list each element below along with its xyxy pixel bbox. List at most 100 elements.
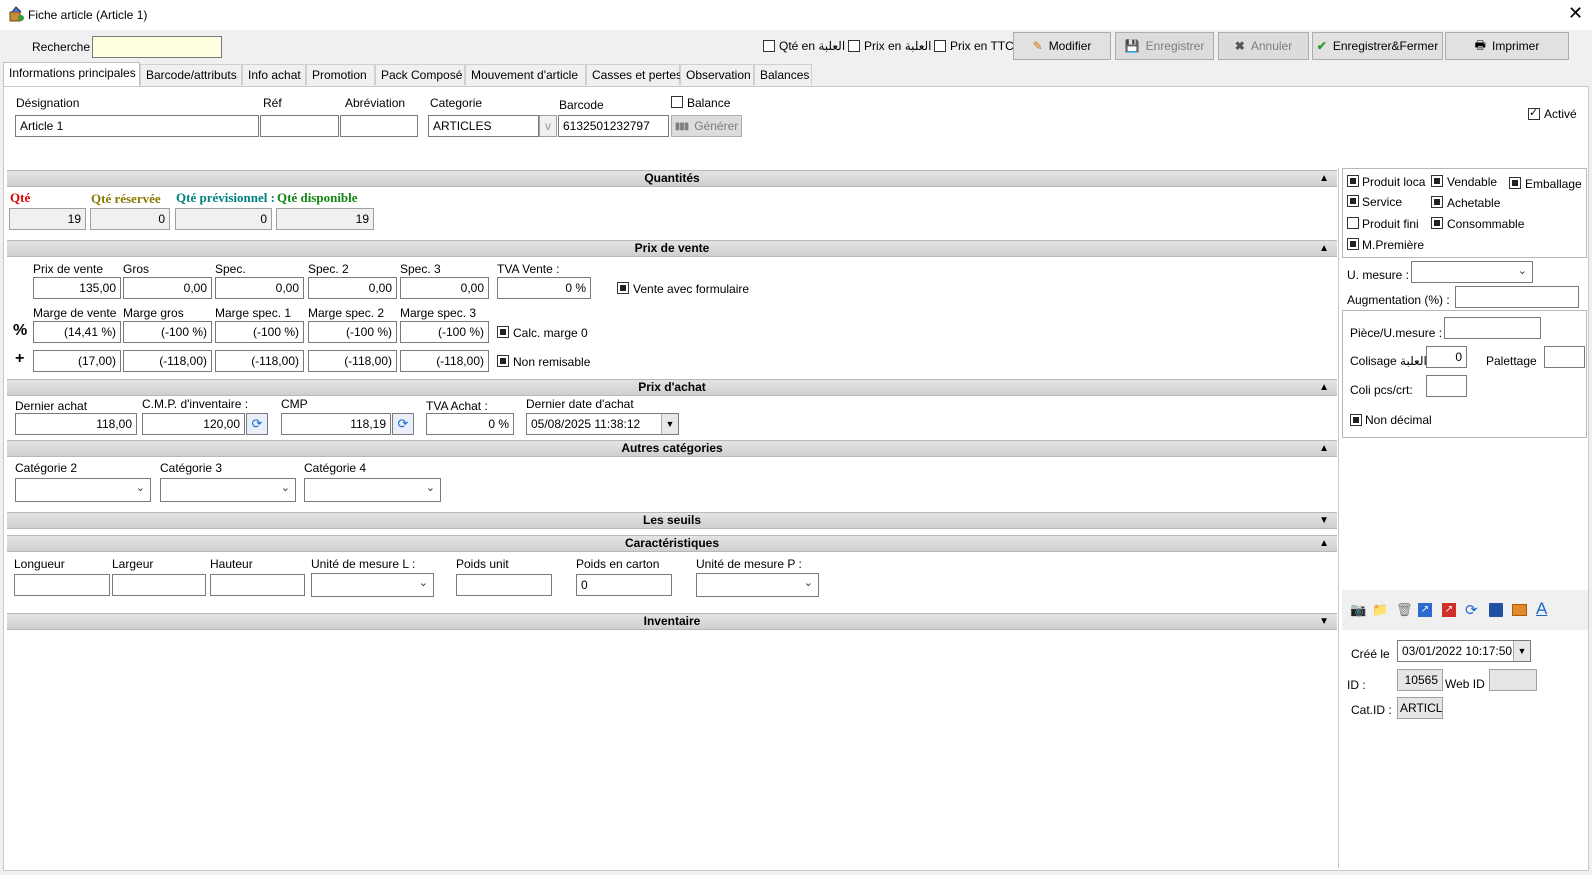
tab-casses-pertes[interactable]: Casses et pertes <box>586 64 682 85</box>
marge-spec1-pct[interactable]: (-100 %) <box>215 321 304 343</box>
save-icon[interactable] <box>1489 603 1503 617</box>
service-checkbox[interactable] <box>1347 195 1359 207</box>
cree-date-input[interactable]: 03/01/2022 10:17:50 <box>1397 640 1531 662</box>
marge-spec1-val[interactable]: (-118,00) <box>215 350 304 372</box>
palettage-input[interactable] <box>1544 346 1585 368</box>
active-checkbox[interactable] <box>1528 106 1540 120</box>
calc-marge-checkbox[interactable] <box>497 326 509 338</box>
open-external-icon[interactable]: ↗ <box>1418 603 1432 617</box>
date-dropdown-icon[interactable]: ▼ <box>661 414 678 434</box>
dernier-date-input[interactable]: 05/08/2025 11:38:12 <box>526 413 679 435</box>
marge-gros-val[interactable]: (-118,00) <box>123 350 212 372</box>
categorie-select-button[interactable]: v <box>539 115 557 137</box>
collapse-up-icon[interactable]: ▲ <box>1319 536 1329 551</box>
font-color-icon[interactable]: A <box>1536 599 1547 619</box>
qte-ttc-checkbox[interactable] <box>763 40 775 52</box>
image-icon[interactable] <box>1512 604 1527 616</box>
spec3-input[interactable]: 0,00 <box>400 277 489 299</box>
tab-barcode-attributs[interactable]: Barcode/attributs <box>140 64 242 85</box>
cmp-inventaire-input[interactable]: 120,00 <box>142 413 245 435</box>
unite-p-select[interactable]: ⌄ <box>696 573 819 597</box>
achetable-checkbox[interactable] <box>1431 196 1443 208</box>
produit-local-checkbox[interactable] <box>1347 175 1359 187</box>
imprimer-button[interactable]: 🖶 Imprimer <box>1445 32 1569 60</box>
emballage-checkbox[interactable] <box>1509 177 1521 189</box>
tab-pack-compose[interactable]: Pack Composé <box>375 64 465 85</box>
categorie2-select[interactable]: ⌄ <box>15 478 151 502</box>
trash-icon[interactable]: 🗑 <box>1396 602 1413 618</box>
section-seuils[interactable]: Les seuils ▼ <box>7 512 1337 529</box>
annuler-button[interactable]: ✖ Annuler <box>1218 32 1309 60</box>
prix-en-ttc-checkbox[interactable] <box>934 40 946 52</box>
spec-input[interactable]: 0,00 <box>215 277 304 299</box>
poids-carton-input[interactable]: 0 <box>576 574 672 596</box>
date-dropdown-icon[interactable]: ▼ <box>1513 641 1530 661</box>
section-prix-achat[interactable]: Prix d'achat ▲ <box>7 379 1337 396</box>
non-decimal-checkbox[interactable] <box>1350 414 1362 426</box>
tab-observation[interactable]: Observation <box>680 64 754 85</box>
categorie4-select[interactable]: ⌄ <box>304 478 441 502</box>
marge-spec2-pct[interactable]: (-100 %) <box>308 321 397 343</box>
u-mesure-select[interactable]: ⌄ <box>1411 261 1533 283</box>
section-quantites[interactable]: Quantités ▲ <box>7 170 1337 187</box>
collapse-up-icon[interactable]: ▲ <box>1319 441 1329 456</box>
categorie3-select[interactable]: ⌄ <box>160 478 296 502</box>
consommable-checkbox[interactable] <box>1431 217 1443 229</box>
refresh-icon[interactable]: ⟳ <box>1465 601 1478 619</box>
export-icon[interactable]: ↗ <box>1442 603 1456 617</box>
marge-gros-pct[interactable]: (-100 %) <box>123 321 212 343</box>
section-inventaire[interactable]: Inventaire ▼ <box>7 613 1337 630</box>
refresh-icon[interactable]: ⟳ <box>392 413 414 435</box>
section-prix-vente[interactable]: Prix de vente ▲ <box>7 240 1337 257</box>
expand-down-icon[interactable]: ▼ <box>1319 614 1329 629</box>
marge-vente-val[interactable]: (17,00) <box>33 350 121 372</box>
longueur-input[interactable] <box>14 574 110 596</box>
marge-spec3-val[interactable]: (-118,00) <box>400 350 489 372</box>
marge-spec3-pct[interactable]: (-100 %) <box>400 321 489 343</box>
folder-icon[interactable]: 📁 <box>1372 602 1388 618</box>
marge-vente-pct[interactable]: (14,41 %) <box>33 321 121 343</box>
largeur-input[interactable] <box>112 574 206 596</box>
designation-input[interactable]: Article 1 <box>15 115 259 137</box>
section-autres-categories[interactable]: Autres catégories ▲ <box>7 440 1337 457</box>
collapse-up-icon[interactable]: ▲ <box>1319 241 1329 256</box>
refresh-icon[interactable]: ⟳ <box>246 413 268 435</box>
tab-mouvement-article[interactable]: Mouvement d'article <box>465 64 586 85</box>
tab-promotion[interactable]: Promotion <box>306 64 375 85</box>
tab-balances[interactable]: Balances <box>754 64 812 85</box>
modifier-button[interactable]: ✎ Modifier <box>1013 32 1111 60</box>
prix-vente-input[interactable]: 135,00 <box>33 277 121 299</box>
barcode-input[interactable]: 6132501232797 <box>558 115 669 137</box>
enregistrer-fermer-button[interactable]: ✔ Enregistrer&Fermer <box>1312 32 1443 60</box>
abreviation-input[interactable] <box>340 115 418 137</box>
ref-input[interactable] <box>260 115 339 137</box>
search-input[interactable] <box>92 36 222 58</box>
piece-u-input[interactable] <box>1444 317 1541 339</box>
generer-button[interactable]: ▮▮▮ Générer <box>671 115 742 137</box>
vente-formulaire-checkbox[interactable] <box>617 282 629 294</box>
close-icon[interactable]: ✕ <box>1568 4 1583 22</box>
categorie-input[interactable]: ARTICLES <box>428 115 539 137</box>
balance-checkbox[interactable] <box>671 96 683 108</box>
produit-fini-checkbox[interactable] <box>1347 217 1359 229</box>
enregistrer-button[interactable]: 💾 Enregistrer <box>1115 32 1214 60</box>
hauteur-input[interactable] <box>210 574 305 596</box>
prix-ttc-checkbox[interactable] <box>848 40 860 52</box>
tva-achat-input[interactable]: 0 % <box>426 413 514 435</box>
dernier-achat-input[interactable]: 118,00 <box>15 413 137 435</box>
augmentation-input[interactable] <box>1455 286 1579 308</box>
collapse-up-icon[interactable]: ▲ <box>1319 380 1329 395</box>
spec2-input[interactable]: 0,00 <box>308 277 397 299</box>
collapse-up-icon[interactable]: ▲ <box>1319 171 1329 186</box>
non-remisable-checkbox[interactable] <box>497 355 509 367</box>
colisage-input[interactable]: 0 <box>1426 346 1467 368</box>
m-premiere-checkbox[interactable] <box>1347 238 1359 250</box>
tab-informations-principales[interactable]: Informations principales <box>3 62 140 86</box>
vendable-checkbox[interactable] <box>1431 175 1443 187</box>
section-caracteristiques[interactable]: Caractéristiques ▲ <box>7 535 1337 552</box>
tva-vente-input[interactable]: 0 % <box>497 277 591 299</box>
cmp-input[interactable]: 118,19 <box>281 413 391 435</box>
tab-info-achat[interactable]: Info achat <box>242 64 306 85</box>
expand-down-icon[interactable]: ▼ <box>1319 513 1329 528</box>
marge-spec2-val[interactable]: (-118,00) <box>308 350 397 372</box>
